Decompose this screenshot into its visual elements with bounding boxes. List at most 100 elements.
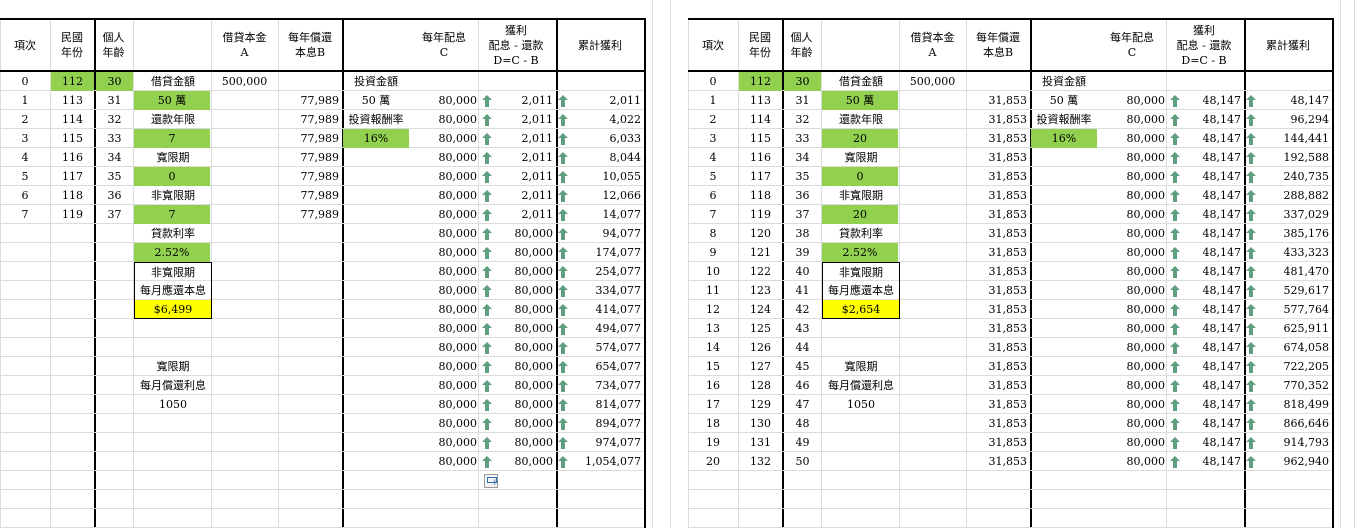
repay-cell[interactable]: 31,853 <box>966 281 1030 300</box>
param-cell[interactable]: 非寬限期 <box>134 262 212 281</box>
seq-cell[interactable]: 10 <box>688 262 738 281</box>
dividend-cell[interactable]: 80,000 <box>410 186 480 205</box>
age-cell[interactable]: 30 <box>784 72 821 91</box>
year-cell[interactable]: 114 <box>739 110 782 129</box>
param-cell[interactable]: $6,499 <box>134 300 212 319</box>
profit-cell[interactable]: 80,000 <box>482 395 556 414</box>
seq-cell[interactable]: 16 <box>688 376 738 395</box>
dividend-cell[interactable]: 80,000 <box>1098 452 1168 471</box>
principal-cell[interactable]: 500,000 <box>899 72 966 91</box>
cumulative-cell[interactable]: 414,077 <box>570 300 644 319</box>
seq-cell[interactable]: 19 <box>688 433 738 452</box>
age-cell[interactable]: 44 <box>784 338 821 357</box>
repay-cell[interactable]: 31,853 <box>966 395 1030 414</box>
header-profit[interactable]: 獲利 配息 - 還款 D=C - B <box>474 23 558 68</box>
age-cell[interactable]: 50 <box>784 452 821 471</box>
param-cell[interactable]: 2.52% <box>134 243 210 262</box>
year-cell[interactable]: 118 <box>51 186 94 205</box>
dividend-cell[interactable]: 80,000 <box>410 224 480 243</box>
repay-cell[interactable]: 31,853 <box>966 224 1030 243</box>
param-cell[interactable]: 每月償還利息 <box>134 376 212 395</box>
repay-cell[interactable]: 77,989 <box>278 186 342 205</box>
profit-cell[interactable]: 48,147 <box>1170 433 1244 452</box>
profit-cell[interactable]: 80,000 <box>482 376 556 395</box>
age-cell[interactable]: 46 <box>784 376 821 395</box>
age-cell[interactable]: 36 <box>96 186 133 205</box>
cumulative-cell[interactable]: 818,499 <box>1258 395 1332 414</box>
seq-cell[interactable]: 14 <box>688 338 738 357</box>
dividend-cell[interactable]: 80,000 <box>410 452 480 471</box>
param-cell[interactable]: 0 <box>822 167 898 186</box>
header-seq[interactable]: 項次 <box>0 38 50 53</box>
cumulative-cell[interactable]: 385,176 <box>1258 224 1332 243</box>
cumulative-cell[interactable]: 962,940 <box>1258 452 1332 471</box>
dividend-cell[interactable]: 80,000 <box>1098 319 1168 338</box>
param-cell[interactable]: 0 <box>134 167 210 186</box>
header-cumulative[interactable]: 累計獲利 <box>556 38 644 53</box>
profit-cell[interactable]: 48,147 <box>1170 243 1244 262</box>
year-cell[interactable]: 116 <box>51 148 94 167</box>
profit-cell[interactable]: 48,147 <box>1170 395 1244 414</box>
age-cell[interactable]: 47 <box>784 395 821 414</box>
dividend-cell[interactable]: 80,000 <box>410 376 480 395</box>
age-cell[interactable]: 32 <box>96 110 133 129</box>
invest-cell[interactable]: 投資金額 <box>343 72 409 91</box>
dividend-cell[interactable]: 80,000 <box>1098 167 1168 186</box>
seq-cell[interactable]: 5 <box>688 167 738 186</box>
seq-cell[interactable]: 4 <box>0 148 50 167</box>
year-cell[interactable]: 115 <box>51 129 94 148</box>
seq-cell[interactable]: 3 <box>688 129 738 148</box>
profit-cell[interactable]: 80,000 <box>482 452 556 471</box>
cumulative-cell[interactable]: 254,077 <box>570 262 644 281</box>
paste-options-button[interactable] <box>484 474 499 488</box>
seq-cell[interactable]: 7 <box>688 205 738 224</box>
profit-cell[interactable]: 48,147 <box>1170 376 1244 395</box>
repay-cell[interactable]: 31,853 <box>966 300 1030 319</box>
cumulative-cell[interactable]: 288,882 <box>1258 186 1332 205</box>
year-cell[interactable]: 112 <box>739 72 782 91</box>
profit-cell[interactable]: 80,000 <box>482 433 556 452</box>
param-cell[interactable]: 非寬限期 <box>134 186 212 205</box>
repay-cell[interactable]: 31,853 <box>966 167 1030 186</box>
repay-cell[interactable]: 77,989 <box>278 129 342 148</box>
year-cell[interactable]: 119 <box>51 205 94 224</box>
param-cell[interactable] <box>134 338 212 357</box>
profit-cell[interactable]: 48,147 <box>1170 262 1244 281</box>
age-cell[interactable]: 45 <box>784 357 821 376</box>
param-cell[interactable]: 1050 <box>134 395 212 414</box>
profit-cell[interactable]: 48,147 <box>1170 319 1244 338</box>
profit-cell[interactable]: 48,147 <box>1170 281 1244 300</box>
cumulative-cell[interactable]: 6,033 <box>570 129 644 148</box>
year-cell[interactable]: 121 <box>739 243 782 262</box>
year-cell[interactable]: 112 <box>51 72 94 91</box>
year-cell[interactable]: 123 <box>739 281 782 300</box>
dividend-cell[interactable]: 80,000 <box>410 433 480 452</box>
repay-cell[interactable]: 31,853 <box>966 452 1030 471</box>
cumulative-cell[interactable]: 914,793 <box>1258 433 1332 452</box>
profit-cell[interactable]: 48,147 <box>1170 338 1244 357</box>
age-cell[interactable]: 34 <box>784 148 821 167</box>
year-cell[interactable]: 129 <box>739 395 782 414</box>
repay-cell[interactable]: 31,853 <box>966 91 1030 110</box>
profit-cell[interactable]: 48,147 <box>1170 148 1244 167</box>
seq-cell[interactable]: 7 <box>0 205 50 224</box>
profit-cell[interactable]: 48,147 <box>1170 167 1244 186</box>
repay-cell[interactable]: 77,989 <box>278 148 342 167</box>
cumulative-cell[interactable]: 337,029 <box>1258 205 1332 224</box>
cumulative-cell[interactable]: 94,077 <box>570 224 644 243</box>
dividend-cell[interactable]: 80,000 <box>1098 186 1168 205</box>
param-cell[interactable]: 還款年限 <box>822 110 900 129</box>
profit-cell[interactable]: 2,011 <box>482 110 556 129</box>
cumulative-cell[interactable]: 14,077 <box>570 205 644 224</box>
param-cell[interactable]: 寬限期 <box>134 148 212 167</box>
age-cell[interactable]: 49 <box>784 433 821 452</box>
age-cell[interactable]: 30 <box>96 72 133 91</box>
dividend-cell[interactable]: 80,000 <box>1098 262 1168 281</box>
dividend-cell[interactable]: 80,000 <box>410 91 480 110</box>
cumulative-cell[interactable]: 12,066 <box>570 186 644 205</box>
profit-cell[interactable]: 48,147 <box>1170 414 1244 433</box>
dividend-cell[interactable]: 80,000 <box>1098 338 1168 357</box>
invest-cell[interactable]: 投資金額 <box>1031 72 1097 91</box>
repay-cell[interactable]: 31,853 <box>966 338 1030 357</box>
age-cell[interactable]: 42 <box>784 300 821 319</box>
